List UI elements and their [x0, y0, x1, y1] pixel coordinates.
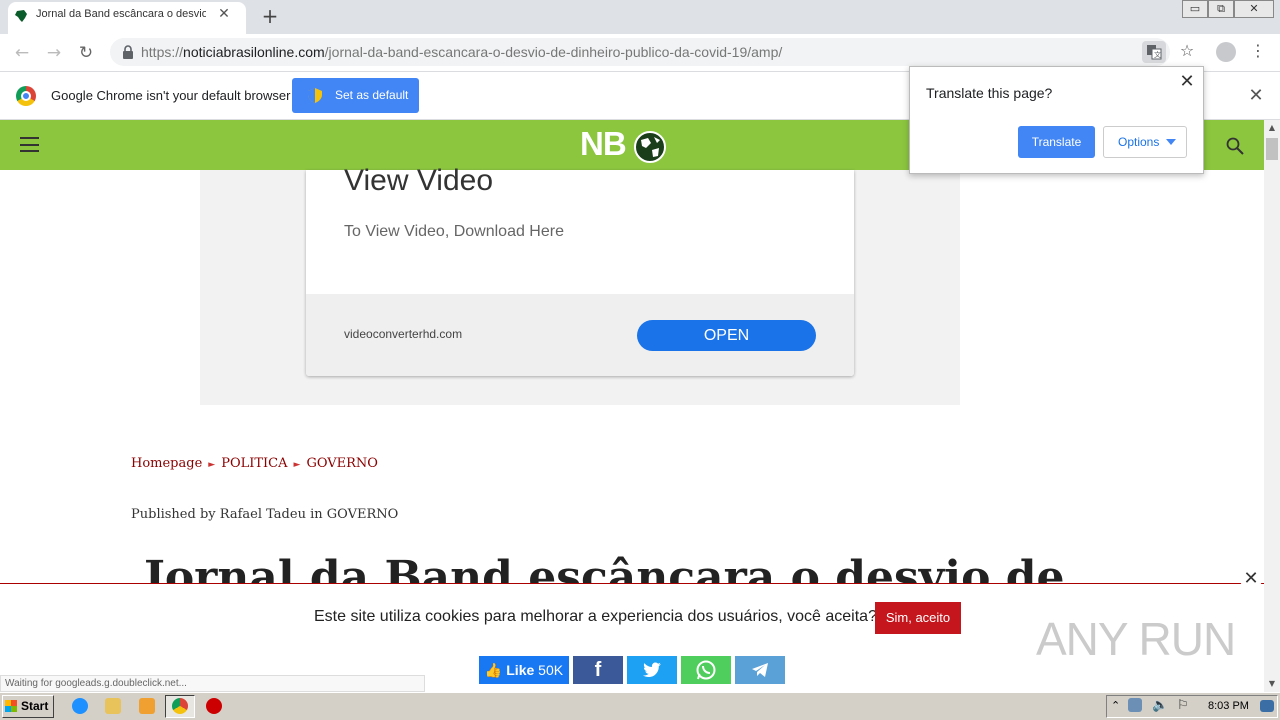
forward-arrow-icon[interactable]: → — [43, 42, 65, 64]
search-icon[interactable] — [1226, 137, 1244, 155]
byline-in: in — [310, 507, 323, 522]
set-as-default-button[interactable]: Set as default — [292, 78, 419, 113]
uac-shield-icon — [308, 88, 322, 103]
media-player-icon[interactable] — [139, 698, 155, 714]
new-tab-button[interactable]: + — [260, 5, 280, 27]
like-label: Like — [506, 662, 535, 678]
brazil-map-favicon-icon — [15, 10, 27, 22]
page-scrollbar[interactable] — [1264, 120, 1280, 692]
chrome-logo-icon — [16, 86, 36, 106]
internet-explorer-icon[interactable] — [72, 698, 88, 714]
anyrun-watermark: ANY RUN — [1036, 613, 1236, 665]
tab-title: Jornal da Band escâncara o desvio de — [36, 8, 206, 20]
whatsapp-share-icon[interactable] — [681, 656, 731, 684]
globe-logo-icon[interactable] — [632, 130, 668, 164]
breadcrumb-separator: ► — [208, 460, 216, 470]
status-bubble: Waiting for googleads.g.doubleclick.net.… — [0, 675, 425, 692]
window-restore-button[interactable]: ⧉ — [1208, 0, 1234, 18]
byline-prefix: Published by — [131, 507, 216, 522]
window-close-button[interactable]: ✕ — [1234, 0, 1274, 18]
cookie-message: Este site utiliza cookies para melhorar … — [314, 608, 877, 625]
facebook-like-button[interactable]: 👍 Like 50K — [479, 656, 569, 684]
translate-button[interactable]: Translate — [1018, 126, 1095, 158]
svg-text:文: 文 — [1154, 50, 1161, 59]
back-arrow-icon[interactable]: ← — [11, 42, 33, 64]
action-center-flag-icon[interactable]: ⚐ — [1177, 698, 1189, 713]
breadcrumb-governo[interactable]: GOVERNO — [306, 456, 378, 471]
category-link[interactable]: GOVERNO — [327, 507, 399, 522]
profile-avatar-icon[interactable] — [1216, 42, 1236, 62]
chrome-menu-icon[interactable]: ⋮ — [1250, 40, 1266, 62]
options-label: Options — [1118, 135, 1160, 149]
reload-icon[interactable]: ↻ — [75, 42, 97, 64]
bookmark-star-icon[interactable]: ☆ — [1176, 40, 1198, 62]
network-icon[interactable] — [1128, 698, 1142, 712]
cookie-accept-button[interactable]: Sim, aceito — [875, 602, 961, 634]
telegram-share-icon[interactable] — [735, 656, 785, 684]
author-link[interactable]: Rafael Tadeu — [220, 507, 306, 522]
hamburger-menu-icon[interactable] — [20, 137, 39, 152]
ad-open-button[interactable]: OPEN — [637, 320, 816, 351]
breadcrumb-politica[interactable]: POLITICA — [221, 456, 287, 471]
chrome-taskbar-icon — [172, 698, 188, 714]
thumbs-up-icon: 👍 — [484, 662, 503, 678]
scroll-down-arrow-icon[interactable]: ▼ — [1264, 676, 1280, 692]
window-minimize-button[interactable]: ▭ — [1182, 0, 1208, 18]
translate-options-dropdown[interactable]: Options — [1103, 126, 1187, 158]
translate-popup-close-icon[interactable]: ✕ — [1178, 73, 1196, 91]
lock-icon — [123, 45, 133, 59]
scrollbar-thumb[interactable] — [1266, 138, 1278, 160]
breadcrumb-separator: ► — [293, 460, 301, 470]
breadcrumb: Homepage ► POLITICA ► GOVERNO — [131, 456, 378, 471]
like-count: 50K — [538, 662, 564, 678]
scroll-up-arrow-icon[interactable]: ▲ — [1264, 120, 1280, 136]
ad-title: View Video — [344, 164, 494, 197]
facebook-share-icon[interactable]: f — [573, 656, 623, 684]
set-as-default-label: Set as default — [335, 88, 409, 102]
tab-close-icon[interactable]: ✕ — [216, 6, 232, 22]
windows-logo-icon — [5, 700, 17, 712]
file-explorer-icon[interactable] — [105, 698, 121, 714]
stop-sign-icon[interactable] — [206, 698, 222, 714]
site-logo-text[interactable]: NB — [580, 125, 627, 163]
caret-down-icon — [1166, 139, 1176, 145]
article-title: Jornal da Band escâncara o desvio de — [144, 552, 1065, 584]
infobar-message: Google Chrome isn't your default browser — [51, 88, 291, 103]
cookie-close-icon[interactable]: ✕ — [1240, 568, 1262, 590]
translate-popup-title: Translate this page? — [926, 85, 1053, 101]
ad-subtitle: To View Video, Download Here — [344, 223, 564, 240]
infobar-close-icon[interactable]: ✕ — [1246, 86, 1266, 106]
taskbar-clock[interactable]: 8:03 PM — [1208, 700, 1249, 712]
breadcrumb-homepage[interactable]: Homepage — [131, 456, 202, 471]
url-text[interactable]: https://noticiabrasilonline.com/jornal-d… — [141, 44, 782, 60]
article-byline: Published by Rafael Tadeu in GOVERNO — [131, 507, 398, 522]
translate-icon[interactable]: 文 — [1142, 41, 1166, 63]
twitter-share-icon[interactable] — [627, 656, 677, 684]
volume-icon[interactable]: 🔈 — [1152, 698, 1168, 713]
ad-domain: videoconverterhd.com — [344, 327, 463, 341]
tray-expand-icon[interactable]: ⌃ — [1111, 699, 1120, 712]
show-desktop-icon[interactable] — [1260, 700, 1274, 712]
